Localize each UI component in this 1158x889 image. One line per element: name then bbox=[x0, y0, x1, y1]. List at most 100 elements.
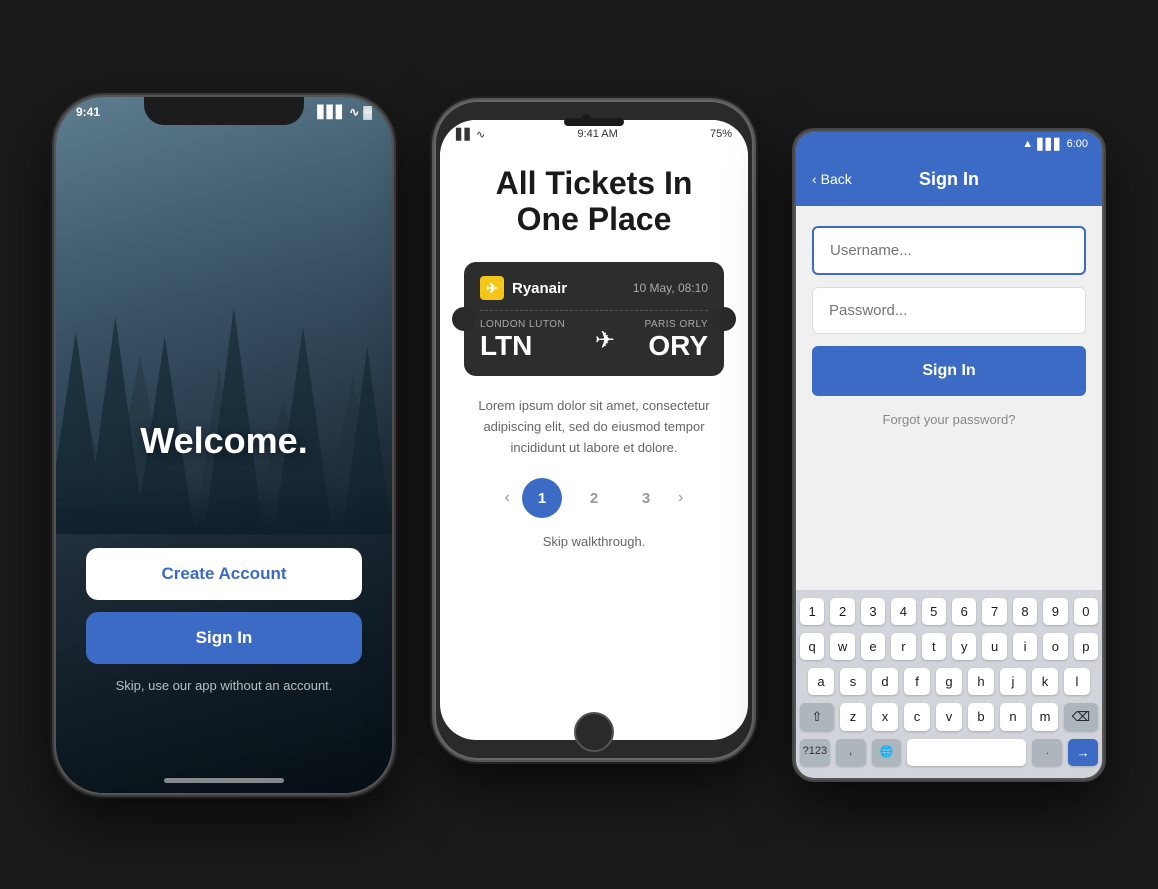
phone2-battery: 75% bbox=[710, 128, 732, 140]
phone1-time: 9:41 bbox=[76, 105, 100, 119]
pagination-page-1[interactable]: 1 bbox=[522, 478, 562, 518]
signal-icon: ▋▋▋ bbox=[318, 105, 346, 119]
key-u[interactable]: u bbox=[982, 633, 1006, 660]
wifi-icon: ∿ bbox=[349, 105, 359, 119]
keyboard-bottom-row: ?123 , 🌐 . → bbox=[800, 739, 1098, 766]
back-chevron-icon: ‹ bbox=[812, 171, 817, 187]
key-e[interactable]: e bbox=[861, 633, 885, 660]
keyboard-asdf-row: a s d f g h j k l bbox=[800, 668, 1098, 695]
ticket-route: LONDON LUTON LTN ✈ PARIS ORLY ORY bbox=[480, 319, 708, 362]
phone2-camera bbox=[581, 114, 591, 124]
forgot-password-link[interactable]: Forgot your password? bbox=[812, 412, 1086, 427]
phone2-iphone8: ▋▋ ∿ 9:41 AM 75% All Tickets In One Plac… bbox=[434, 100, 754, 760]
airline-name: Ryanair bbox=[512, 280, 567, 297]
create-account-button[interactable]: Create Account bbox=[86, 548, 362, 600]
back-button[interactable]: ‹ Back bbox=[812, 171, 852, 187]
delete-key[interactable]: ⌫ bbox=[1064, 703, 1098, 731]
period-key[interactable]: . bbox=[1032, 739, 1062, 766]
ticket-separator bbox=[480, 310, 708, 311]
key-g[interactable]: g bbox=[936, 668, 962, 695]
key-9[interactable]: 9 bbox=[1043, 598, 1067, 625]
keyboard-number-row: 1 2 3 4 5 6 7 8 9 0 bbox=[800, 598, 1098, 625]
keyboard-zxcv-row: ⇧ z x c v b n m ⌫ bbox=[800, 703, 1098, 731]
key-t[interactable]: t bbox=[922, 633, 946, 660]
key-2[interactable]: 2 bbox=[830, 598, 854, 625]
key-y[interactable]: y bbox=[952, 633, 976, 660]
send-key[interactable]: → bbox=[1068, 739, 1098, 766]
keyboard-qwerty-row: q w e r t y u i o p bbox=[800, 633, 1098, 660]
key-z[interactable]: z bbox=[840, 703, 866, 731]
password-input[interactable] bbox=[812, 287, 1086, 334]
pagination-prev[interactable]: ‹ bbox=[505, 489, 510, 507]
phone2-time: 9:41 AM bbox=[577, 128, 617, 140]
phone1-screen: 9:41 ▋▋▋ ∿ ▓ Welcome. Create Account Sig… bbox=[56, 97, 392, 793]
key-a[interactable]: a bbox=[808, 668, 834, 695]
key-w[interactable]: w bbox=[830, 633, 854, 660]
plane-icon: ✈ bbox=[595, 326, 615, 355]
phone3-status-icons: ▲ ▋▋▋ 6:00 bbox=[1022, 138, 1088, 151]
phone1-statusbar: 9:41 ▋▋▋ ∿ ▓ bbox=[76, 105, 372, 119]
pagination-page-2[interactable]: 2 bbox=[574, 478, 614, 518]
phone1-welcome: Welcome. bbox=[140, 419, 307, 461]
phone2-screen: ▋▋ ∿ 9:41 AM 75% All Tickets In One Plac… bbox=[440, 120, 748, 740]
phone2-skip[interactable]: Skip walkthrough. bbox=[464, 534, 724, 549]
key-x[interactable]: x bbox=[872, 703, 898, 731]
shift-key[interactable]: ⇧ bbox=[800, 703, 834, 731]
phone3-time: 6:00 bbox=[1067, 138, 1088, 150]
battery-icon: ▓ bbox=[363, 105, 372, 119]
globe-key[interactable]: 🌐 bbox=[872, 739, 902, 766]
phone3-screen: ▲ ▋▋▋ 6:00 ‹ Back Sign In Sign In Forgot… bbox=[796, 132, 1102, 778]
key-5[interactable]: 5 bbox=[922, 598, 946, 625]
key-p[interactable]: p bbox=[1074, 633, 1098, 660]
ticket-airline: ✈ Ryanair bbox=[480, 276, 567, 300]
space-key[interactable] bbox=[907, 739, 1026, 766]
key-r[interactable]: r bbox=[891, 633, 915, 660]
phone3-form: Sign In Forgot your password? bbox=[796, 206, 1102, 590]
key-n[interactable]: n bbox=[1000, 703, 1026, 731]
key-0[interactable]: 0 bbox=[1074, 598, 1098, 625]
skip-text[interactable]: Skip, use our app without an account. bbox=[86, 678, 362, 693]
key-d[interactable]: d bbox=[872, 668, 898, 695]
key-o[interactable]: o bbox=[1043, 633, 1067, 660]
comma-key[interactable]: , bbox=[836, 739, 866, 766]
phone2-speaker bbox=[564, 118, 624, 126]
key-l[interactable]: l bbox=[1064, 668, 1090, 695]
phone3-header: ‹ Back Sign In bbox=[796, 157, 1102, 206]
pagination-page-3[interactable]: 3 bbox=[626, 478, 666, 518]
key-f[interactable]: f bbox=[904, 668, 930, 695]
key-6[interactable]: 6 bbox=[952, 598, 976, 625]
phone2-description: Lorem ipsum dolor sit amet, consectetur … bbox=[464, 396, 724, 458]
phone1-status-icons: ▋▋▋ ∿ ▓ bbox=[318, 105, 373, 119]
key-3[interactable]: 3 bbox=[861, 598, 885, 625]
ticket-dest: PARIS ORLY ORY bbox=[644, 319, 708, 362]
key-q[interactable]: q bbox=[800, 633, 824, 660]
key-s[interactable]: s bbox=[840, 668, 866, 695]
username-input[interactable] bbox=[812, 226, 1086, 275]
key-i[interactable]: i bbox=[1013, 633, 1037, 660]
key-4[interactable]: 4 bbox=[891, 598, 915, 625]
key-j[interactable]: j bbox=[1000, 668, 1026, 695]
signin-button-phone1[interactable]: Sign In bbox=[86, 612, 362, 664]
key-c[interactable]: c bbox=[904, 703, 930, 731]
key-7[interactable]: 7 bbox=[982, 598, 1006, 625]
key-8[interactable]: 8 bbox=[1013, 598, 1037, 625]
key-k[interactable]: k bbox=[1032, 668, 1058, 695]
phone3-keyboard: 1 2 3 4 5 6 7 8 9 0 q w e r t bbox=[796, 590, 1102, 778]
symbols-key[interactable]: ?123 bbox=[800, 739, 830, 766]
key-h[interactable]: h bbox=[968, 668, 994, 695]
phone2-signal: ▋▋ ∿ bbox=[456, 128, 485, 141]
phone1-iphone-x: 9:41 ▋▋▋ ∿ ▓ Welcome. Create Account Sig… bbox=[54, 95, 394, 795]
phone3-statusbar: ▲ ▋▋▋ 6:00 bbox=[796, 132, 1102, 157]
phone3-wifi-icon: ▲ bbox=[1022, 138, 1033, 150]
phone2-home-button[interactable] bbox=[574, 712, 614, 752]
ticket-date: 10 May, 08:10 bbox=[633, 281, 708, 295]
phone2-pagination: ‹ 1 2 3 › bbox=[464, 478, 724, 518]
phone3-signal-icon: ▋▋▋ bbox=[1037, 138, 1062, 151]
key-1[interactable]: 1 bbox=[800, 598, 824, 625]
key-v[interactable]: v bbox=[936, 703, 962, 731]
key-m[interactable]: m bbox=[1032, 703, 1058, 731]
signin-button-phone3[interactable]: Sign In bbox=[812, 346, 1086, 396]
ticket-card: ✈ Ryanair 10 May, 08:10 LONDON LUTON LTN… bbox=[464, 262, 724, 376]
key-b[interactable]: b bbox=[968, 703, 994, 731]
pagination-next[interactable]: › bbox=[678, 489, 683, 507]
